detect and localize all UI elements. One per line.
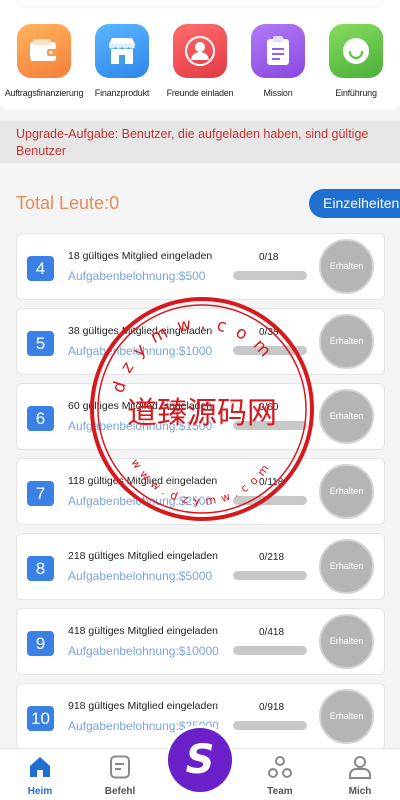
claim-button[interactable]: Erhalten: [319, 314, 374, 369]
task-title: 918 gültiges Mitglied eingeladen: [68, 700, 219, 712]
quick-action-label: Finanzprodukt: [94, 88, 150, 98]
claim-button[interactable]: Erhalten: [319, 239, 374, 294]
level-badge: 7: [27, 481, 54, 506]
task-reward: Aufgabenbelohnung:$500: [68, 269, 206, 283]
progress-text: 0/38: [259, 327, 279, 338]
task-title: 118 gültiges Mitglied eingeladen: [68, 475, 218, 487]
task-card: 6 60 gültiges Mitglied eingeladen Aufgab…: [16, 383, 385, 450]
nav-label: Mich: [348, 786, 372, 797]
level-badge: 4: [27, 256, 54, 281]
quick-action-order-financing[interactable]: Auftragsfinanzierung: [4, 24, 84, 98]
level-badge: 6: [27, 406, 54, 431]
progress-bar: [233, 721, 307, 730]
quick-actions-row: Auftragsfinanzierung Finanzprodukt Freun…: [0, 24, 400, 98]
progress-bar: [233, 421, 307, 430]
quick-action-introduction[interactable]: Einführung: [318, 24, 394, 98]
upgrade-notice: Upgrade-Aufgabe: Benutzer, die aufgelade…: [0, 121, 400, 163]
document-icon: [110, 755, 130, 779]
smile-icon: [329, 24, 383, 78]
quick-action-financial-product[interactable]: Finanzprodukt: [84, 24, 160, 98]
progress-text: 0/218: [259, 552, 285, 563]
quick-action-label: Mission: [263, 88, 293, 98]
quick-action-mission[interactable]: Mission: [240, 24, 316, 98]
progress-text: 0/918: [259, 702, 285, 713]
progress-text: 0/60: [259, 402, 279, 413]
wallet-icon: [17, 24, 71, 78]
task-title: 218 gültiges Mitglied eingeladen: [68, 550, 219, 562]
nav-home[interactable]: Heim: [10, 755, 70, 797]
progress-bar: [233, 346, 307, 355]
claim-button[interactable]: Erhalten: [319, 389, 374, 444]
quick-action-label: Auftragsfinanzierung: [4, 88, 84, 98]
task-card: 7 118 gültiges Mitglied eingeladen Aufga…: [16, 458, 385, 525]
nav-me[interactable]: Mich: [330, 755, 390, 797]
progress-text: 0/18: [259, 252, 279, 263]
details-button[interactable]: Einzelheiten: [309, 189, 400, 218]
progress-text: 0/418: [259, 627, 285, 638]
total-people: Total Leute:0: [16, 193, 120, 213]
progress-text: 0/118: [259, 477, 284, 488]
task-card: 8 218 gültiges Mitglied eingeladen Aufga…: [16, 533, 385, 600]
task-reward: Aufgabenbelohnung:$2500: [68, 494, 213, 508]
claim-button[interactable]: Erhalten: [319, 539, 374, 594]
task-card: 9 418 gültiges Mitglied eingeladen Aufga…: [16, 608, 385, 675]
nav-label: Team: [267, 786, 293, 797]
level-badge: 8: [27, 556, 54, 581]
invite-task-page: Auftragsfinanzierung Finanzprodukt Freun…: [0, 0, 400, 800]
person-icon: [173, 24, 227, 78]
progress-bar: [233, 646, 307, 655]
task-reward: Aufgabenbelohnung:$10000: [68, 644, 219, 658]
store-icon: [95, 24, 149, 78]
progress-bar: [233, 571, 307, 580]
task-title: 60 gültiges Mitglied eingeladen: [68, 400, 213, 412]
progress-bar: [233, 271, 307, 280]
level-badge: 9: [27, 631, 54, 656]
task-reward: Aufgabenbelohnung:$1500: [68, 419, 213, 433]
level-badge: 5: [27, 331, 54, 356]
level-badge: 10: [27, 706, 54, 731]
nav-label: Befehl: [104, 786, 136, 797]
home-icon: [30, 757, 50, 777]
task-title: 38 gültiges Mitglied eingeladen: [68, 325, 213, 337]
user-icon: [349, 756, 371, 779]
nav-label: Heim: [27, 786, 53, 797]
quick-actions-card: Auftragsfinanzierung Finanzprodukt Freun…: [0, 0, 400, 110]
claim-button[interactable]: Erhalten: [319, 464, 374, 519]
claim-button[interactable]: Erhalten: [319, 614, 374, 669]
center-action-button[interactable]: S: [168, 728, 232, 792]
team-icon: [268, 756, 292, 778]
quick-action-label: Einführung: [335, 88, 377, 98]
quick-action-invite-friends[interactable]: Freunde einladen: [162, 24, 238, 98]
task-reward: Aufgabenbelohnung:$1000: [68, 344, 213, 358]
nav-team[interactable]: Team: [250, 755, 310, 797]
nav-orders[interactable]: Befehl: [90, 755, 150, 797]
progress-bar: [233, 496, 307, 505]
clipboard-icon: [251, 24, 305, 78]
quick-action-label: Freunde einladen: [166, 88, 234, 98]
claim-button[interactable]: Erhalten: [319, 689, 374, 744]
task-reward: Aufgabenbelohnung:$5000: [68, 569, 213, 583]
task-title: 18 gültiges Mitglied eingeladen: [68, 250, 213, 262]
task-card: 4 18 gültiges Mitglied eingeladen Aufgab…: [16, 233, 385, 300]
top-bar-edge: [16, 0, 384, 6]
task-title: 418 gültiges Mitglied eingeladen: [68, 625, 219, 637]
task-card: 5 38 gültiges Mitglied eingeladen Aufgab…: [16, 308, 385, 375]
